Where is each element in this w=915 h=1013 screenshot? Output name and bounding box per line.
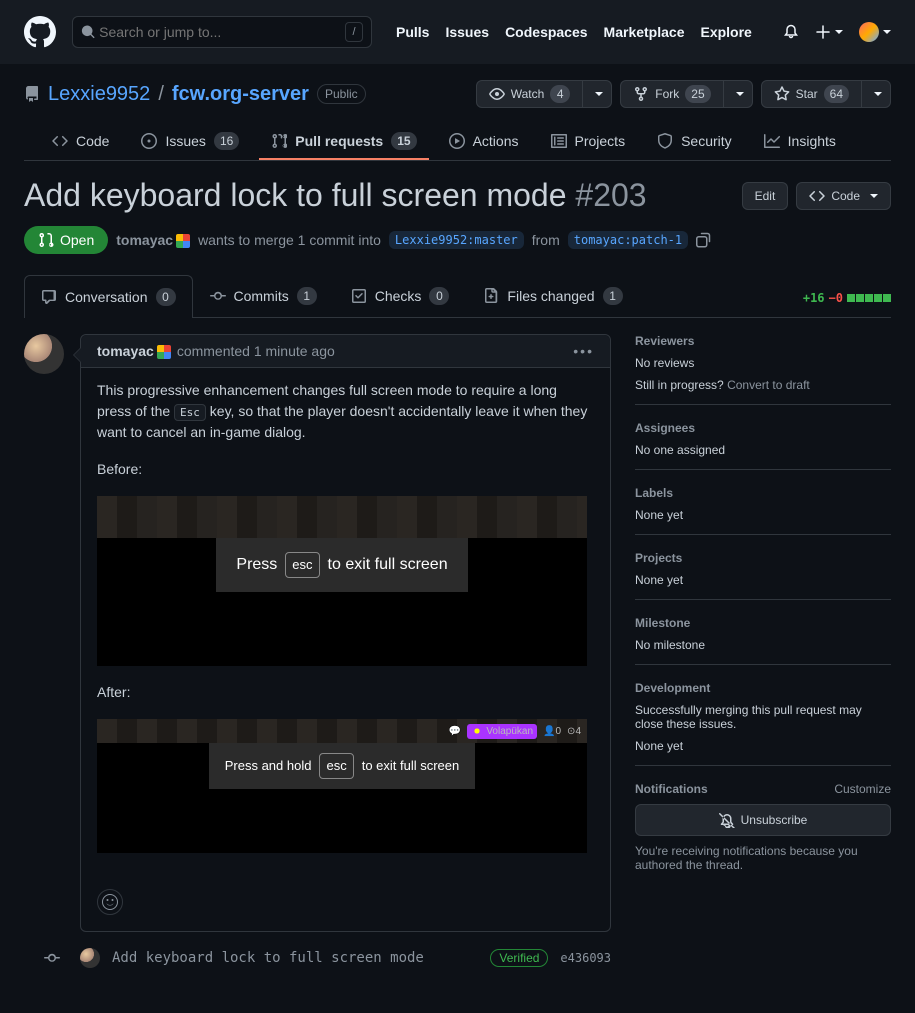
pr-state-badge: Open: [24, 226, 108, 254]
watch-label: Watch: [511, 87, 545, 101]
development-none: None yet: [635, 739, 891, 753]
repo-owner-link[interactable]: Lexxie9952: [48, 83, 150, 106]
commit-author-avatar[interactable]: [80, 948, 100, 968]
projects-icon: [551, 133, 567, 149]
pr-tab-conversation[interactable]: Conversation 0: [24, 275, 193, 318]
development-heading[interactable]: Development: [635, 681, 891, 695]
before-screenshot[interactable]: Press esc to exit full screen: [97, 496, 587, 666]
star-dropdown[interactable]: [861, 80, 891, 108]
pr-tab-files[interactable]: Files changed 1: [466, 274, 639, 317]
pr-tab-checks[interactable]: Checks 0: [334, 274, 467, 317]
comment-icon: [41, 289, 57, 305]
chat-icon: 💬: [449, 724, 461, 739]
milestone-heading[interactable]: Milestone: [635, 616, 891, 630]
repo-name-link[interactable]: fcw.org-server: [172, 83, 309, 106]
reviewers-heading[interactable]: Reviewers: [635, 334, 891, 348]
comment-body: This progressive enhancement changes ful…: [81, 368, 610, 881]
comment-menu-icon[interactable]: •••: [573, 343, 594, 359]
star-count: 64: [824, 85, 849, 103]
pr-author[interactable]: tomayac: [116, 232, 190, 248]
code-button[interactable]: Code: [796, 182, 891, 210]
actions-icon: [449, 133, 465, 149]
assignees-value: No one assigned: [635, 443, 891, 457]
customize-link[interactable]: Customize: [834, 782, 891, 796]
tab-projects[interactable]: Projects: [539, 124, 638, 160]
commit-timeline-icon: [36, 950, 68, 966]
user-avatar-menu[interactable]: [859, 22, 891, 42]
google-badge-icon: [157, 345, 171, 359]
pr-icon: [271, 133, 287, 149]
nav-pulls[interactable]: Pulls: [396, 24, 429, 40]
fork-button[interactable]: Fork 25: [620, 80, 723, 108]
head-branch[interactable]: tomayac:patch-1: [568, 231, 688, 249]
global-search[interactable]: /: [72, 16, 372, 48]
google-badge-icon: [176, 234, 190, 248]
nav-explore[interactable]: Explore: [700, 24, 751, 40]
path-separator: /: [158, 83, 164, 106]
fork-label: Fork: [655, 87, 679, 101]
comment-author[interactable]: tomayac: [97, 343, 171, 359]
pr-title: Add keyboard lock to full screen mode #2…: [24, 177, 647, 214]
nav-issues[interactable]: Issues: [445, 24, 489, 40]
commit-icon: [210, 288, 226, 304]
pr-number: #203: [575, 177, 646, 213]
slash-key-hint: /: [345, 22, 363, 42]
assignees-heading[interactable]: Assignees: [635, 421, 891, 435]
commit-message[interactable]: Add keyboard lock to full screen mode: [112, 950, 478, 966]
milestone-value: No milestone: [635, 638, 891, 652]
issues-icon: [141, 133, 157, 149]
comment-timestamp[interactable]: commented 1 minute ago: [177, 343, 335, 359]
tab-code[interactable]: Code: [40, 124, 121, 160]
development-value: Successfully merging this pull request m…: [635, 703, 891, 731]
repo-icon: [24, 86, 40, 102]
file-diff-icon: [483, 288, 499, 304]
diff-stat: +16 −0: [787, 279, 891, 317]
nav-marketplace[interactable]: Marketplace: [604, 24, 685, 40]
add-reaction-button[interactable]: [97, 889, 123, 915]
watch-button[interactable]: Watch 4: [476, 80, 584, 108]
star-button[interactable]: Star 64: [761, 80, 862, 108]
tab-issues[interactable]: Issues 16: [129, 124, 251, 160]
watch-dropdown[interactable]: [582, 80, 612, 108]
comment-avatar[interactable]: [24, 334, 64, 374]
tab-pull-requests[interactable]: Pull requests 15: [259, 124, 428, 160]
tab-actions[interactable]: Actions: [437, 124, 531, 160]
nav-codespaces[interactable]: Codespaces: [505, 24, 587, 40]
commit-sha[interactable]: e436093: [560, 951, 611, 965]
base-branch[interactable]: Lexxie9952:master: [389, 231, 524, 249]
github-logo[interactable]: [24, 16, 56, 48]
copy-branch-icon[interactable]: [696, 232, 712, 248]
tab-insights[interactable]: Insights: [752, 124, 848, 160]
edit-button[interactable]: Edit: [742, 182, 789, 210]
notification-reason: You're receiving notifications because y…: [635, 844, 891, 872]
notifications-icon[interactable]: [783, 24, 799, 40]
shield-icon: [657, 133, 673, 149]
visibility-badge: Public: [317, 84, 366, 104]
projects-heading[interactable]: Projects: [635, 551, 891, 565]
fork-count: 25: [685, 85, 710, 103]
projects-value: None yet: [635, 573, 891, 587]
create-new-icon[interactable]: [815, 24, 843, 40]
graph-icon: [764, 133, 780, 149]
search-input[interactable]: [95, 23, 345, 41]
reviewers-value: No reviews: [635, 356, 891, 370]
verified-badge[interactable]: Verified: [490, 949, 548, 967]
avatar: [859, 22, 879, 42]
checks-icon: [351, 288, 367, 304]
code-icon: [52, 133, 68, 149]
unsubscribe-button[interactable]: Unsubscribe: [635, 804, 891, 836]
fork-dropdown[interactable]: [723, 80, 753, 108]
convert-to-draft-link[interactable]: Convert to draft: [727, 378, 810, 392]
labels-value: None yet: [635, 508, 891, 522]
star-label: Star: [796, 87, 818, 101]
pr-tab-commits[interactable]: Commits 1: [193, 274, 334, 317]
after-screenshot[interactable]: 💬 Volapükan 👤0 ⊙4 Press and hold esc to …: [97, 719, 587, 853]
notifications-heading: Notifications: [635, 782, 708, 796]
labels-heading[interactable]: Labels: [635, 486, 891, 500]
tab-security[interactable]: Security: [645, 124, 744, 160]
watch-count: 4: [550, 85, 570, 103]
